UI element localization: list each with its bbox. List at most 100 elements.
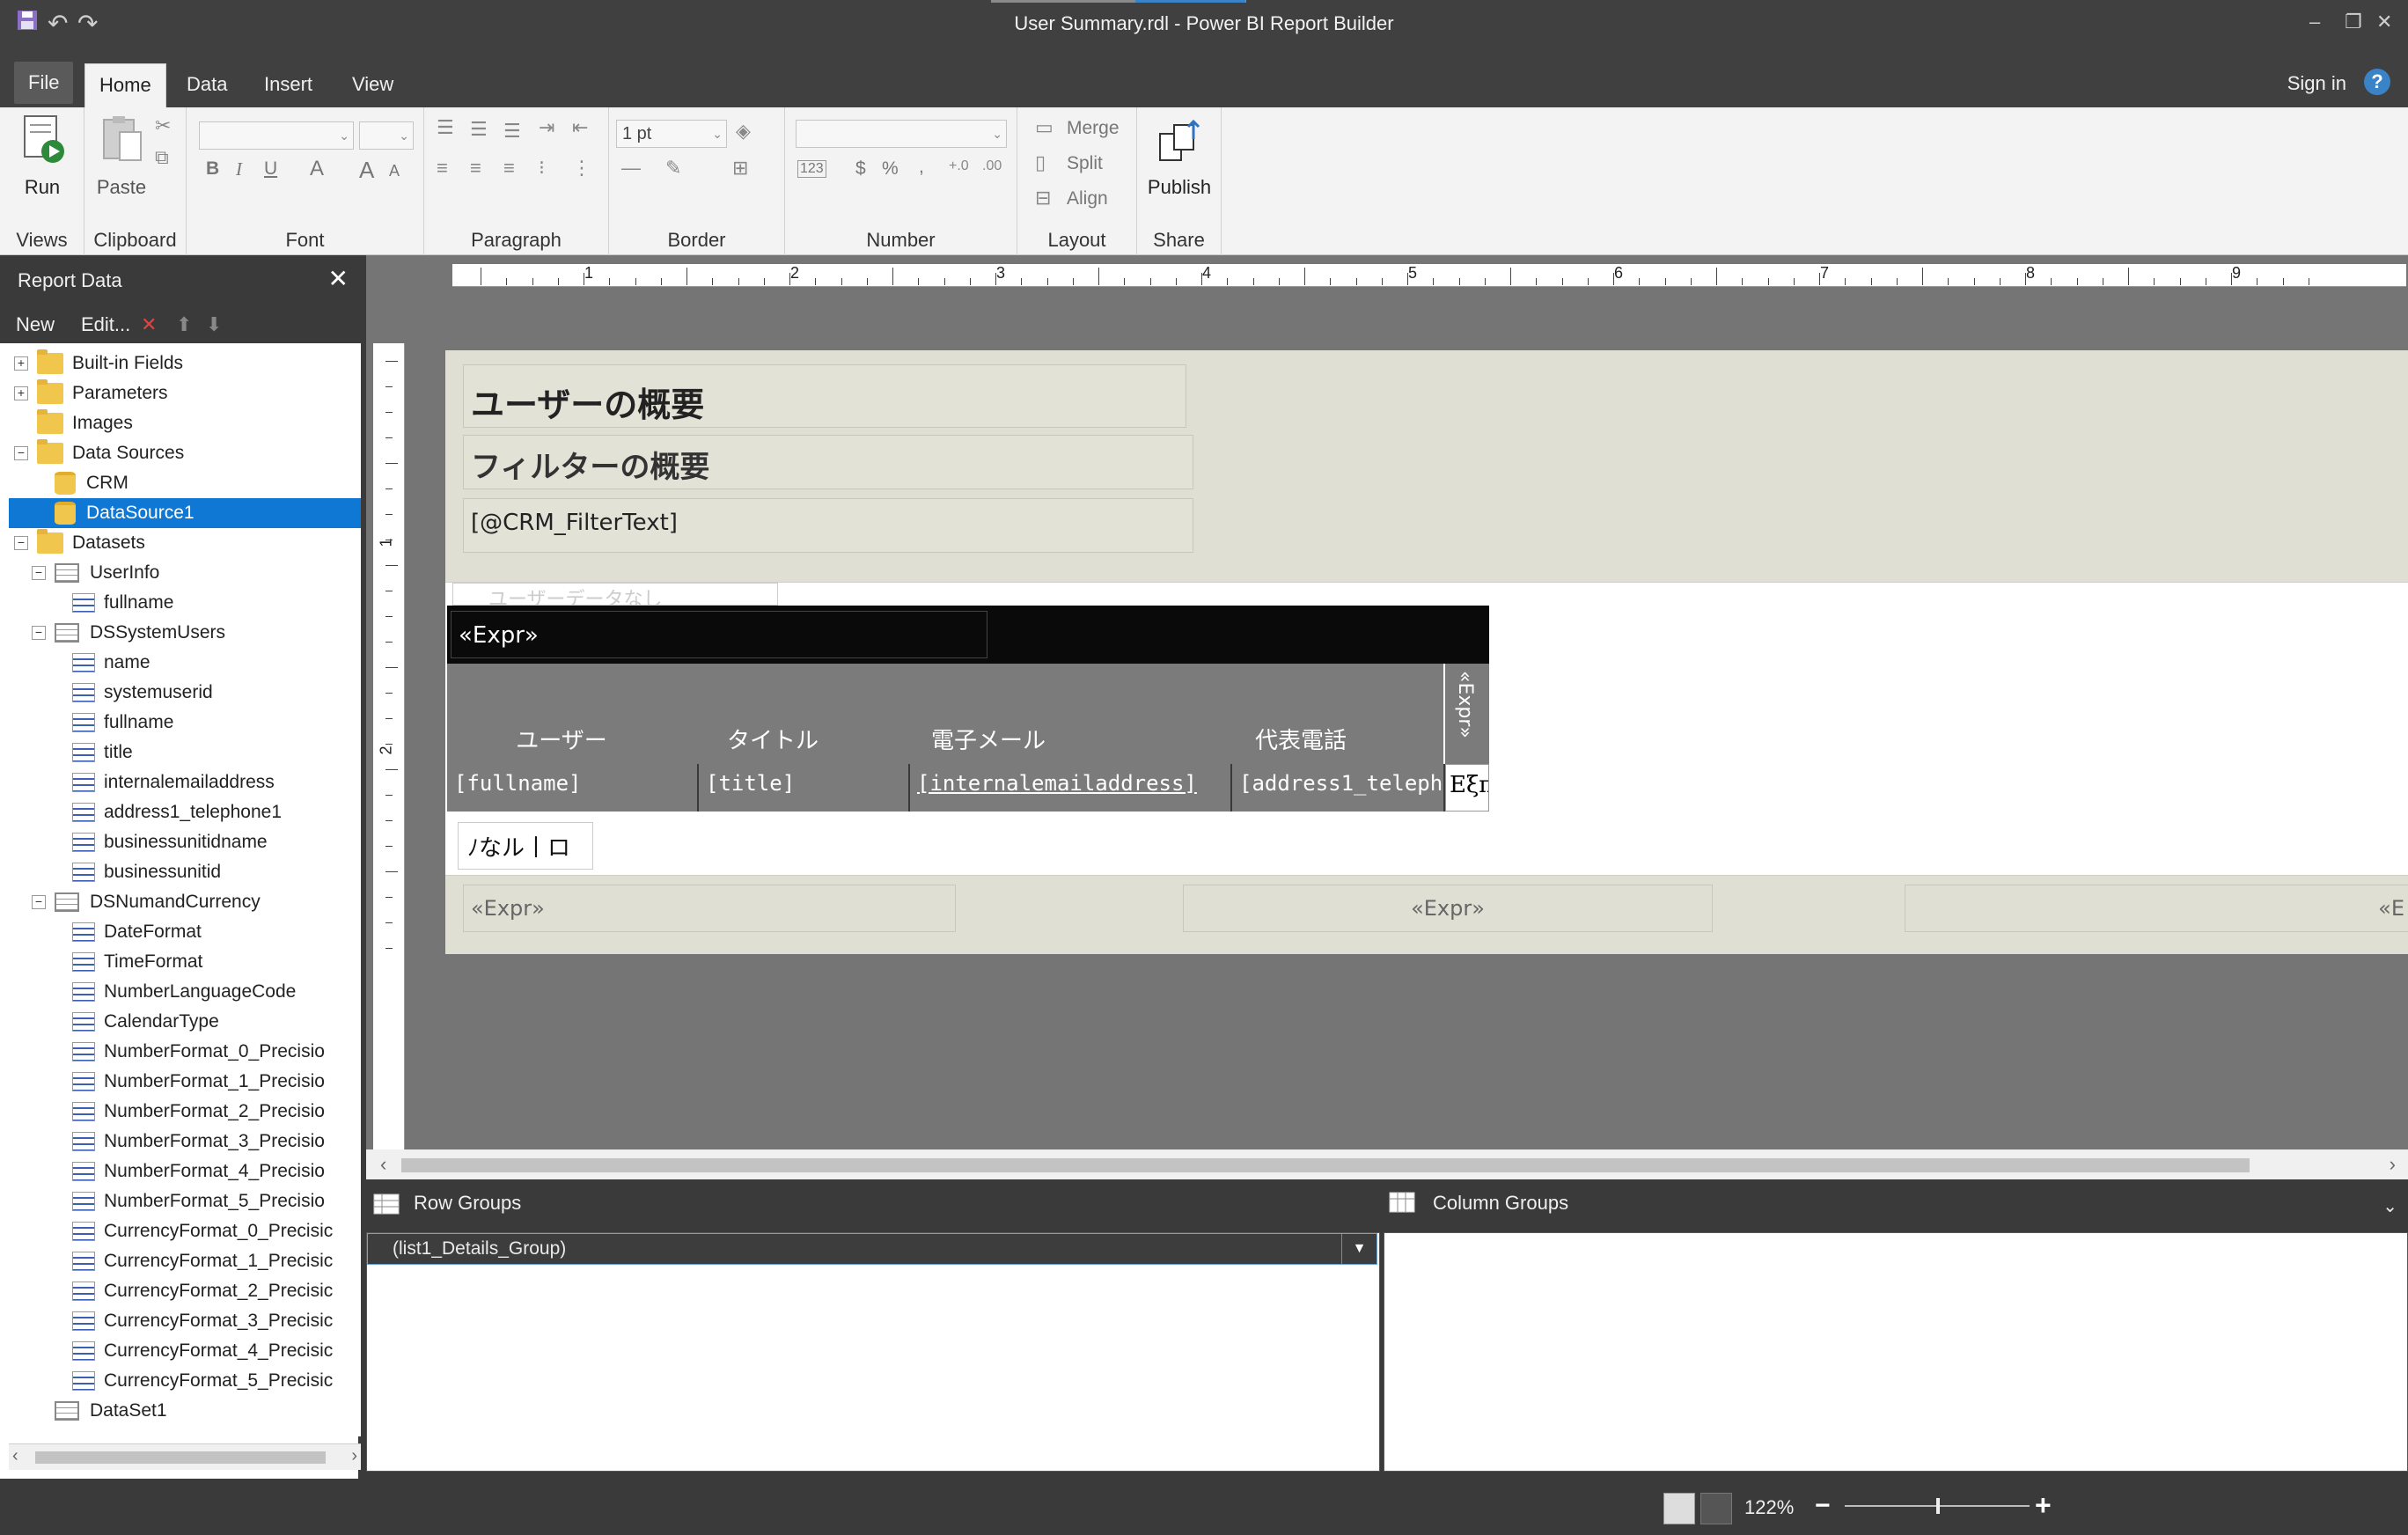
footer-expr-right[interactable]: «E: [1905, 885, 2408, 932]
font-color-button[interactable]: A: [310, 157, 324, 181]
tab-file[interactable]: File: [14, 62, 74, 104]
move-up-icon[interactable]: ⬆: [176, 313, 192, 336]
tree-item[interactable]: − DSSystemUsers: [9, 618, 361, 648]
publish-button[interactable]: Publish: [1144, 113, 1215, 199]
tree-item[interactable]: CurrencyFormat_5_Precisic: [9, 1366, 361, 1396]
scroll-right-icon[interactable]: ›: [2390, 1153, 2396, 1176]
jp-textbox[interactable]: ﾉなル丨ロ: [458, 822, 593, 870]
report-title-textbox[interactable]: ユーザーの概要: [463, 364, 1186, 428]
split-button[interactable]: Split: [1067, 153, 1103, 174]
cell-fullname[interactable]: [fullname]: [447, 764, 699, 812]
align-bottom-icon[interactable]: ☰: [503, 120, 521, 143]
tab-view[interactable]: View: [338, 63, 407, 107]
tree-item[interactable]: fullname: [9, 588, 361, 618]
tree-item[interactable]: + Built-in Fields: [9, 349, 361, 378]
no-data-textbox[interactable]: ユーザーデータなし: [452, 583, 778, 606]
vertical-expr-cell[interactable]: «Expr»: [1443, 664, 1489, 764]
sign-in-link[interactable]: Sign in: [2287, 72, 2346, 95]
tree-item[interactable]: − Data Sources: [9, 438, 361, 468]
collapse-icon[interactable]: −: [32, 895, 46, 910]
tree-item[interactable]: address1_telephone1: [9, 797, 361, 827]
italic-button[interactable]: I: [236, 158, 242, 180]
align-middle-icon[interactable]: ☰: [470, 118, 488, 141]
merge-button[interactable]: Merge: [1067, 118, 1120, 139]
scroll-right-icon[interactable]: ›: [351, 1446, 357, 1466]
header-email[interactable]: 電子メール: [905, 723, 1072, 755]
close-button[interactable]: ✕: [2376, 11, 2392, 33]
tree-item[interactable]: NumberFormat_5_Precisio: [9, 1186, 361, 1216]
tree-item[interactable]: NumberFormat_3_Precisio: [9, 1127, 361, 1157]
tree-item[interactable]: businessunitidname: [9, 827, 361, 857]
cut-icon[interactable]: ✂: [155, 114, 171, 137]
header-user[interactable]: ユーザー: [447, 723, 676, 755]
tree-item[interactable]: DateFormat: [9, 917, 361, 947]
tree-item[interactable]: CurrencyFormat_1_Precisic: [9, 1246, 361, 1276]
underline-button[interactable]: U: [264, 158, 277, 180]
edit-button[interactable]: Edit...: [81, 313, 130, 336]
filter-title-textbox[interactable]: フィルターの概要: [463, 435, 1193, 489]
column-groups-box[interactable]: [1384, 1232, 2408, 1472]
delete-icon[interactable]: ✕: [141, 313, 157, 336]
collapse-icon[interactable]: −: [32, 626, 46, 641]
scroll-left-icon[interactable]: ‹: [12, 1446, 18, 1466]
design-view-icon[interactable]: [1663, 1493, 1695, 1524]
list-header[interactable]: «Expr»: [447, 606, 1489, 664]
chevron-down-icon[interactable]: ⌄: [2382, 1195, 2397, 1217]
minimize-button[interactable]: –: [2309, 11, 2320, 33]
zoom-out-button[interactable]: −: [1815, 1491, 1831, 1521]
font-family-combo[interactable]: ⌄: [199, 121, 354, 150]
tree-item[interactable]: DataSet1: [9, 1396, 361, 1426]
border-color-icon[interactable]: ✎: [665, 157, 681, 180]
numbering-icon[interactable]: ⋮: [572, 157, 591, 180]
tree-item[interactable]: CRM: [9, 468, 361, 498]
row-groups-box[interactable]: (list1_Details_Group) ▼: [366, 1232, 1380, 1472]
tree-item[interactable]: CurrencyFormat_2_Precisic: [9, 1276, 361, 1306]
currency-button[interactable]: $: [855, 158, 866, 180]
run-button[interactable]: Run: [14, 113, 70, 199]
collapse-icon[interactable]: −: [14, 536, 28, 551]
tree-item[interactable]: − UserInfo: [9, 558, 361, 588]
cell-email[interactable]: [internalemailaddress]: [910, 764, 1232, 812]
report-data-hscrollbar[interactable]: ‹ ›: [9, 1443, 361, 1470]
tree-item[interactable]: CalendarType: [9, 1007, 361, 1037]
tab-data[interactable]: Data: [173, 63, 241, 107]
tree-item[interactable]: TimeFormat: [9, 947, 361, 977]
bullets-icon[interactable]: ⁝: [539, 157, 545, 180]
tree-item[interactable]: NumberLanguageCode: [9, 977, 361, 1007]
tree-item[interactable]: NumberFormat_2_Precisio: [9, 1097, 361, 1127]
cell-expr[interactable]: Eξπ: [1445, 764, 1489, 812]
bold-button[interactable]: B: [206, 158, 219, 180]
filter-text-textbox[interactable]: [@CRM_FilterText]: [463, 498, 1193, 553]
indent-icon[interactable]: ⇥: [539, 116, 554, 139]
tree-item[interactable]: + Parameters: [9, 378, 361, 408]
expand-icon[interactable]: +: [14, 386, 28, 401]
header-title[interactable]: タイトル: [711, 723, 834, 755]
align-right-icon[interactable]: ≡: [503, 157, 515, 180]
restore-button[interactable]: ❐: [2345, 11, 2362, 33]
tree-item[interactable]: NumberFormat_0_Precisio: [9, 1037, 361, 1067]
preview-view-icon[interactable]: [1700, 1493, 1732, 1524]
align-button[interactable]: Align: [1067, 188, 1108, 209]
page-header[interactable]: ユーザーの概要 フィルターの概要 [@CRM_FilterText]: [445, 350, 2408, 583]
tree-item[interactable]: CurrencyFormat_3_Precisic: [9, 1306, 361, 1336]
tree-item[interactable]: title: [9, 738, 361, 768]
borders-icon[interactable]: ⊞: [732, 157, 748, 180]
tree-item[interactable]: businessunitid: [9, 857, 361, 887]
footer-expr-left[interactable]: «Expr»: [463, 885, 956, 932]
placeholder-format-icon[interactable]: 123: [797, 160, 826, 178]
align-left-icon[interactable]: ≡: [437, 157, 448, 180]
scroll-thumb[interactable]: [401, 1158, 2250, 1172]
list-expr[interactable]: «Expr»: [451, 611, 987, 658]
tree-item[interactable]: Images: [9, 408, 361, 438]
shrink-font-button[interactable]: A: [389, 162, 400, 180]
row-group-dropdown-icon[interactable]: ▼: [1341, 1234, 1377, 1264]
page-footer[interactable]: «Expr» «Expr» «E: [445, 875, 2408, 954]
expand-icon[interactable]: +: [14, 356, 28, 371]
tree-item[interactable]: systemuserid: [9, 678, 361, 708]
zoom-in-button[interactable]: +: [2035, 1489, 2052, 1522]
scroll-left-icon[interactable]: ‹: [380, 1153, 386, 1176]
header-phone[interactable]: 代表電話: [1222, 723, 1380, 755]
tree-item[interactable]: internalemailaddress: [9, 768, 361, 797]
border-style-icon[interactable]: —: [621, 157, 641, 180]
percent-button[interactable]: %: [882, 158, 899, 180]
